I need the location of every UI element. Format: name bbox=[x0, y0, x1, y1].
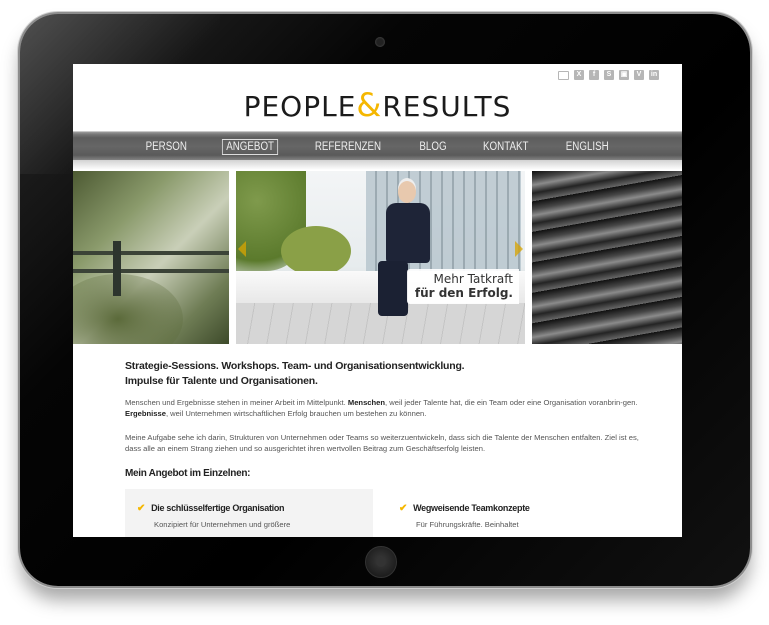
offer-title: Wegweisende Teamkonzepte bbox=[413, 503, 530, 513]
linkedin-icon[interactable]: in bbox=[649, 70, 659, 80]
youtube-icon[interactable]: ▣ bbox=[619, 70, 629, 80]
logo-results: RESULTS bbox=[382, 90, 512, 123]
offer-card[interactable]: ✔ Wegweisende Teamkonzepte Für Führungskr… bbox=[387, 489, 635, 537]
image-slider: Mehr Tatkraft für den Erfolg. bbox=[73, 171, 682, 344]
home-button[interactable] bbox=[365, 546, 397, 578]
bush bbox=[281, 226, 351, 276]
nav-item-referenzen[interactable]: REFERENZEN bbox=[311, 140, 384, 154]
logo-ampersand: & bbox=[356, 86, 383, 124]
foliage-blur bbox=[73, 274, 183, 344]
checkmark-icon: ✔ bbox=[137, 503, 146, 514]
intro-line2: Impulse für Talente und Organisationen. bbox=[125, 375, 318, 387]
railing bbox=[73, 269, 229, 273]
website-screen: X f S ▣ V in PEOPLE&RESULTS PERSON ANGEB… bbox=[73, 64, 682, 537]
nav-item-english[interactable]: ENGLISH bbox=[563, 140, 613, 154]
offer-description: Konzipiert für Unternehmen und größere bbox=[154, 520, 291, 529]
intro-heading: Strategie-Sessions. Workshops. Team- und… bbox=[125, 359, 645, 389]
camera-icon bbox=[375, 37, 385, 47]
nav-item-kontakt[interactable]: KONTAKT bbox=[479, 140, 531, 154]
mail-icon[interactable] bbox=[558, 71, 569, 80]
railing-post bbox=[113, 241, 121, 296]
nav-item-angebot[interactable]: ANGEBOT bbox=[221, 138, 278, 155]
nav-item-person[interactable]: PERSON bbox=[142, 140, 190, 154]
para1-text: Menschen und Ergebnisse stehen in meiner… bbox=[125, 398, 348, 407]
skype-icon[interactable]: S bbox=[604, 70, 614, 80]
para1-bold-menschen: Menschen bbox=[347, 398, 386, 407]
paragraph-1: Menschen und Ergebnisse stehen in meiner… bbox=[125, 397, 645, 419]
offers-subheading: Mein Angebot im Einzelnen: bbox=[125, 468, 251, 479]
logo-people: PEOPLE bbox=[243, 90, 357, 123]
intro-line1: Strategie-Sessions. Workshops. Team- und… bbox=[125, 360, 465, 372]
slider-prev-arrow-icon[interactable] bbox=[238, 241, 246, 257]
offers-list: ✔ Die schlüsselfertige Organisation Konzi… bbox=[125, 489, 665, 537]
para1-text: , weil jeder Talente hat, die ein Team o… bbox=[385, 398, 638, 407]
railing bbox=[73, 251, 229, 255]
slide-stone-wall-image[interactable] bbox=[532, 171, 682, 344]
paragraph-2: Meine Aufgabe sehe ich darin, Strukturen… bbox=[125, 433, 639, 453]
person-legs bbox=[378, 261, 408, 316]
xing-icon[interactable]: X bbox=[574, 70, 584, 80]
person-head bbox=[398, 181, 416, 203]
slide-park-image[interactable] bbox=[73, 171, 229, 344]
offer-card[interactable]: ✔ Die schlüsselfertige Organisation Konzi… bbox=[125, 489, 373, 537]
facebook-icon[interactable]: f bbox=[589, 70, 599, 80]
offer-title: Die schlüsselfertige Organisation bbox=[151, 503, 285, 513]
slide-main-image[interactable]: Mehr Tatkraft für den Erfolg. bbox=[236, 171, 525, 344]
nav-item-blog[interactable]: BLOG bbox=[416, 140, 450, 154]
para1-bold-ergebnisse: Ergebnisse bbox=[125, 409, 166, 418]
caption-line1: Mehr Tatkraft bbox=[433, 272, 513, 286]
nav-shadow bbox=[73, 160, 682, 170]
offer-title-row: ✔ Die schlüsselfertige Organisation bbox=[137, 503, 361, 514]
para1-text: , weil Unternehmen wirtschaftlichen Erfo… bbox=[165, 409, 427, 418]
slide-caption: Mehr Tatkraft für den Erfolg. bbox=[406, 269, 519, 304]
checkmark-icon: ✔ bbox=[399, 503, 408, 514]
social-links: X f S ▣ V in bbox=[558, 70, 659, 80]
vimeo-icon[interactable]: V bbox=[634, 70, 644, 80]
main-content: Strategie-Sessions. Workshops. Team- und… bbox=[125, 359, 645, 479]
offer-title-row: ✔ Wegweisende Teamkonzepte bbox=[399, 503, 623, 514]
main-navigation: PERSON ANGEBOT REFERENZEN BLOG KONTAKT E… bbox=[73, 131, 682, 161]
slider-next-arrow-icon[interactable] bbox=[515, 241, 523, 257]
offer-description: Für Führungskräfte. Beinhaltet bbox=[416, 520, 519, 529]
person-body bbox=[386, 203, 430, 263]
site-logo[interactable]: PEOPLE&RESULTS bbox=[73, 86, 682, 124]
caption-line2: für den Erfolg. bbox=[414, 286, 513, 300]
